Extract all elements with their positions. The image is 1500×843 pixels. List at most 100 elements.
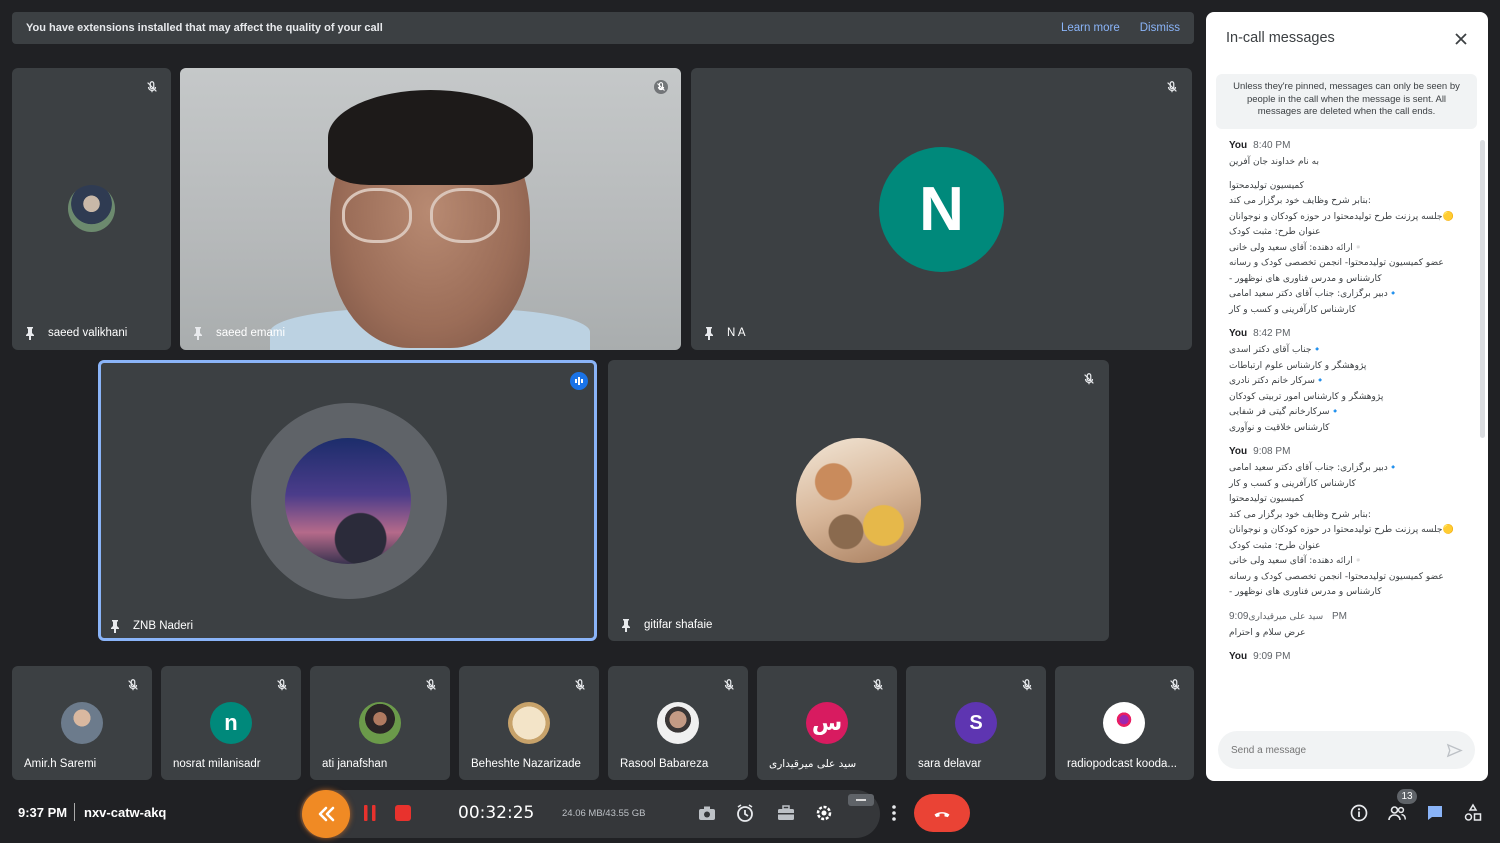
collapse-recorder-button[interactable] [302, 790, 350, 838]
message-line: جلسه پرزنت طرح تولیدمحتوا در حوزه کودکان… [1229, 525, 1454, 535]
message-group: سید علی میرقیداری9:09 PM عرض سلام و احترا… [1206, 611, 1478, 642]
timer-icon[interactable] [734, 802, 756, 824]
participant-avatar [61, 702, 103, 744]
message-group: You 9:08 PM دبیر برگزاری: جناب آقای دکتر س… [1206, 446, 1478, 601]
participant-name-label: Rasool Babareza [620, 758, 709, 770]
participant-tile-active-speaker[interactable]: ZNB Naderi [98, 360, 597, 641]
message-list[interactable]: You 8:40 PM به نام خداوند جان آفرین کمیسیون… [1206, 140, 1478, 722]
message-line: بنابر شرح وظایف خود برگزار می کند: [1229, 509, 1371, 520]
messages-notice: Unless they're pinned, messages can only… [1216, 74, 1477, 129]
message-line: عرض سلام و احترام [1229, 627, 1306, 638]
participant-tile-small[interactable]: ati janafshan [310, 666, 450, 780]
participant-name-label: saeed emami [192, 326, 285, 340]
muted-mic-icon [1020, 678, 1034, 692]
pin-icon[interactable] [703, 326, 715, 340]
message-line: دبیر برگزاری: جناب آقای دکتر سعید امامی🔹 [1229, 289, 1399, 299]
message-line: عنوان طرح: مثبت کودک [1229, 540, 1321, 551]
participant-tile-small[interactable]: n nosrat milanisadr [161, 666, 301, 780]
participant-tile-small[interactable]: radiopodcast kooda... [1055, 666, 1194, 780]
stop-recording-button[interactable] [395, 805, 411, 821]
participant-tile[interactable]: saeed valikhani [12, 68, 171, 350]
participant-name-label: N A [703, 326, 746, 340]
more-options-icon[interactable] [883, 802, 905, 824]
message-line: به نام خداوند جان آفرین [1229, 157, 1319, 167]
participant-tile-small[interactable]: Amir.h Saremi [12, 666, 152, 780]
participant-name-label: ZNB Naderi [109, 619, 193, 633]
participant-tile-small[interactable]: S sara delavar [906, 666, 1046, 780]
camera-icon[interactable] [696, 802, 718, 824]
participant-tile[interactable]: N N A [691, 68, 1192, 350]
participant-initial-avatar: N [879, 147, 1004, 272]
meeting-details-icon[interactable] [1348, 802, 1370, 824]
current-time: 9:37 PM [18, 805, 68, 820]
settings-gear-icon[interactable] [813, 802, 835, 824]
pin-icon[interactable] [109, 619, 121, 633]
pin-icon[interactable] [620, 618, 632, 632]
message-time: 9:09 PM [1253, 651, 1291, 662]
message-sender: You [1229, 328, 1248, 339]
participant-avatar [657, 702, 699, 744]
speaking-indicator-icon [570, 372, 588, 390]
learn-more-link[interactable]: Learn more [1061, 22, 1120, 34]
muted-mic-icon [1168, 678, 1182, 692]
message-header: You 8:40 PM [1229, 140, 1478, 151]
participant-name-label: Amir.h Saremi [24, 758, 97, 770]
bottom-control-bar: 9:37 PM nxv-catw-akq 00:32:25 24.06 MB/4… [0, 786, 1500, 843]
people-icon[interactable] [1386, 802, 1408, 824]
participant-tile-small[interactable]: س سید علی میرقیداری [757, 666, 897, 780]
pin-icon[interactable] [24, 326, 36, 340]
message-line: جناب آقای دکتر اسدی🔹 [1229, 345, 1323, 355]
storage-usage: 24.06 MB/43.55 GB [562, 808, 646, 819]
pause-recording-button[interactable] [362, 804, 378, 822]
muted-mic-icon [722, 678, 736, 692]
dismiss-button[interactable]: Dismiss [1140, 22, 1180, 34]
double-chevron-left-icon [318, 806, 335, 822]
hang-up-icon [934, 812, 950, 818]
participant-count-badge: 13 [1397, 789, 1417, 804]
message-line: جلسه پرزنت طرح تولیدمحتوا در حوزه کودکان… [1229, 211, 1454, 222]
toolbox-icon[interactable] [775, 802, 797, 824]
close-icon[interactable] [1452, 30, 1470, 48]
participant-avatar [508, 702, 550, 744]
message-line: کمیسیون تولیدمحتوا [1229, 180, 1304, 191]
participant-name-label: gitifar shafaie [620, 618, 712, 632]
recording-timer: 00:32:25 [458, 803, 535, 823]
message-line: عضو کمیسیون تولیدمحتوا- انجمن تخصصی کودک… [1229, 571, 1444, 582]
message-sender: You [1229, 446, 1248, 457]
participant-name-label: nosrat milanisadr [173, 758, 261, 770]
message-group: You 9:09 PM [1206, 651, 1478, 662]
participant-tile-video[interactable]: saeed emami [180, 68, 681, 350]
message-line: کارشناس کارآفرینی و کسب و کار [1229, 304, 1356, 315]
leave-call-button[interactable] [914, 794, 970, 832]
participant-tile[interactable]: gitifar shafaie [608, 360, 1109, 641]
participant-tile-small[interactable]: Rasool Babareza [608, 666, 748, 780]
message-line: بنابر شرح وظایف خود برگزار می کند: [1229, 196, 1371, 206]
message-header: سید علی میرقیداری9:09 PM [1229, 611, 1478, 622]
message-line: سرکار‌خانم گیتی فر شفایی🔹 [1229, 407, 1341, 417]
pin-icon[interactable] [192, 326, 204, 340]
message-group: You 8:42 PM جناب آقای دکتر اسدی🔹 پژوهشگر و … [1206, 328, 1478, 436]
participant-name-label: Beheshte Nazarizade [471, 758, 581, 770]
message-line: ارائه دهنده: آقای سعید ولی خانی▫️ [1229, 556, 1364, 566]
minimize-recorder-button[interactable] [848, 794, 874, 806]
participant-name-label: sara delavar [918, 758, 982, 770]
message-line: عنوان طرح: مثبت کودک [1229, 227, 1321, 237]
participant-avatar [796, 438, 921, 563]
scrollbar[interactable] [1480, 140, 1485, 438]
message-line: کمیسیون تولیدمحتوا [1229, 494, 1304, 504]
send-icon[interactable] [1446, 742, 1463, 759]
muted-mic-icon [126, 678, 140, 692]
chat-icon[interactable] [1424, 802, 1446, 824]
send-message-input[interactable] [1218, 731, 1475, 769]
participant-tile-small[interactable]: Beheshte Nazarizade [459, 666, 599, 780]
muted-mic-icon [1082, 372, 1096, 386]
participant-avatar [359, 702, 401, 744]
message-line: پژوهشگر و کارشناس علوم ارتباطات [1229, 360, 1367, 371]
divider [74, 803, 75, 821]
activities-icon[interactable] [1462, 802, 1484, 824]
message-line: ارائه دهنده: آقای سعید ولی خانی▫️ [1229, 242, 1364, 253]
muted-mic-icon [573, 678, 587, 692]
message-time: 8:42 PM [1253, 328, 1291, 339]
muted-mic-icon [424, 678, 438, 692]
message-sender: You [1229, 140, 1248, 151]
